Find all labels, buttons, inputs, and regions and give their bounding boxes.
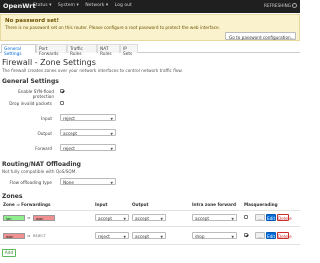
col-output: Output bbox=[132, 202, 149, 207]
tab-general-settings[interactable]: General Settings bbox=[1, 44, 36, 57]
drop-invalid-checkbox[interactable] bbox=[60, 101, 64, 105]
lan-more-button[interactable]: ... bbox=[255, 214, 265, 221]
output-policy-value: accept bbox=[63, 130, 78, 136]
chevron-down-icon: ▼ bbox=[231, 216, 234, 221]
wan-input-value: reject bbox=[98, 233, 110, 239]
zones-heading: Zones bbox=[2, 193, 23, 200]
brand-logo[interactable]: OpenWrt bbox=[3, 2, 36, 10]
lan-output-select[interactable]: accept ▼ bbox=[132, 214, 166, 221]
wan-more-button[interactable]: ... bbox=[255, 232, 265, 239]
wan-masquerading-checkbox[interactable] bbox=[244, 233, 248, 237]
wan-edit-button[interactable]: Edit bbox=[266, 232, 276, 239]
general-settings-heading: General Settings bbox=[2, 78, 59, 85]
wan-input-select[interactable]: reject ▼ bbox=[95, 232, 129, 239]
page-description: The firewall creates zones over your net… bbox=[2, 68, 183, 73]
lan-output-value: accept bbox=[135, 215, 150, 221]
top-bar: OpenWrt Status ▾ System ▾ Network ▾ Log … bbox=[0, 0, 300, 13]
zone-badge-lan: lan bbox=[3, 215, 25, 221]
output-policy-label: Output bbox=[37, 131, 52, 136]
col-zone-forwardings: Zone ⇒ Forwardings bbox=[3, 202, 51, 207]
chevron-down-icon: ▼ bbox=[231, 234, 234, 239]
chevron-down-icon: ▼ bbox=[110, 116, 113, 121]
forward-arrow-icon: ⇒ bbox=[27, 233, 31, 238]
alert-title: No password set! bbox=[5, 18, 60, 24]
alert-text: There is no password set on this router.… bbox=[5, 25, 220, 30]
drop-invalid-label: Drop invalid packets bbox=[9, 101, 52, 106]
wan-intra-select[interactable]: drop ▼ bbox=[192, 232, 237, 239]
wan-intra-value: drop bbox=[195, 233, 205, 239]
no-password-alert: No password set! There is no password se… bbox=[0, 14, 300, 41]
nav-system[interactable]: System ▾ bbox=[58, 3, 79, 8]
table-divider bbox=[0, 210, 300, 211]
tab-traffic-rules[interactable]: Traffic Rules bbox=[67, 44, 97, 57]
forward-policy-select[interactable]: reject ▼ bbox=[60, 144, 116, 151]
tab-ip-sets[interactable]: IP Sets bbox=[120, 44, 138, 57]
offloading-note: Not fully compatible with QoS/SQM. bbox=[2, 169, 77, 174]
col-intra-zone: Intra zone forward bbox=[192, 202, 237, 207]
chevron-down-icon: ▼ bbox=[123, 234, 126, 239]
add-zone-button[interactable]: Add bbox=[2, 249, 16, 257]
wan-output-value: accept bbox=[135, 233, 150, 239]
lan-intra-value: accept bbox=[195, 215, 210, 221]
forward-arrow-icon: ⇒ bbox=[27, 215, 31, 220]
forward-policy-label: Forward bbox=[35, 146, 52, 151]
refresh-spinner-icon bbox=[292, 3, 297, 8]
syn-flood-label: Enable SYN-flood protection bbox=[18, 89, 54, 99]
forward-reject-text: REJECT bbox=[33, 234, 46, 238]
col-input: Input bbox=[95, 202, 108, 207]
input-policy-value: reject bbox=[63, 115, 75, 121]
nav-network[interactable]: Network ▾ bbox=[85, 3, 108, 8]
lan-edit-button[interactable]: Edit bbox=[266, 214, 276, 221]
syn-flood-checkbox[interactable] bbox=[60, 89, 64, 93]
col-masquerading: Masquerading bbox=[244, 202, 278, 207]
zone-badge-wan: wan bbox=[3, 233, 25, 239]
chevron-down-icon: ▼ bbox=[110, 146, 113, 151]
firewall-tabs: General Settings Port Forwards Traffic R… bbox=[0, 44, 300, 57]
page-title: Firewall - Zone Settings bbox=[2, 58, 96, 67]
chevron-down-icon: ▼ bbox=[160, 216, 163, 221]
chevron-down-icon: ▼ bbox=[123, 216, 126, 221]
offload-type-select[interactable]: None ▼ bbox=[60, 178, 116, 185]
lan-input-select[interactable]: accept ▼ bbox=[95, 214, 129, 221]
nav-status[interactable]: Status ▾ bbox=[33, 3, 51, 8]
output-policy-select[interactable]: accept ▼ bbox=[60, 129, 116, 136]
input-policy-select[interactable]: reject ▼ bbox=[60, 114, 116, 121]
lan-intra-select[interactable]: accept ▼ bbox=[192, 214, 237, 221]
forward-badge-wan: wan bbox=[33, 215, 55, 221]
main-nav: Status ▾ System ▾ Network ▾ Log out bbox=[33, 3, 137, 8]
chevron-down-icon: ▼ bbox=[110, 180, 113, 185]
table-divider bbox=[0, 244, 300, 245]
tab-nat-rules[interactable]: NAT Rules bbox=[97, 44, 120, 57]
chevron-down-icon: ▼ bbox=[160, 234, 163, 239]
refreshing-indicator[interactable]: REFRESHING bbox=[264, 3, 291, 8]
offload-type-value: None bbox=[63, 179, 74, 185]
password-config-button[interactable]: Go to password configuration... bbox=[225, 32, 296, 40]
offloading-heading: Routing/NAT Offloading bbox=[2, 161, 81, 168]
chevron-down-icon: ▼ bbox=[110, 131, 113, 136]
wan-delete-button[interactable]: Delete bbox=[277, 232, 292, 239]
wan-output-select[interactable]: accept ▼ bbox=[132, 232, 166, 239]
input-policy-label: Input bbox=[41, 116, 52, 121]
offload-type-label: Flow offloading type bbox=[9, 180, 52, 185]
lan-masquerading-checkbox[interactable] bbox=[244, 215, 248, 219]
table-divider bbox=[0, 226, 300, 227]
tab-port-forwards[interactable]: Port Forwards bbox=[36, 44, 67, 57]
forward-policy-value: reject bbox=[63, 145, 75, 151]
nav-logout[interactable]: Log out bbox=[115, 3, 132, 8]
lan-input-value: accept bbox=[98, 215, 113, 221]
lan-delete-button[interactable]: Delete bbox=[277, 214, 292, 221]
